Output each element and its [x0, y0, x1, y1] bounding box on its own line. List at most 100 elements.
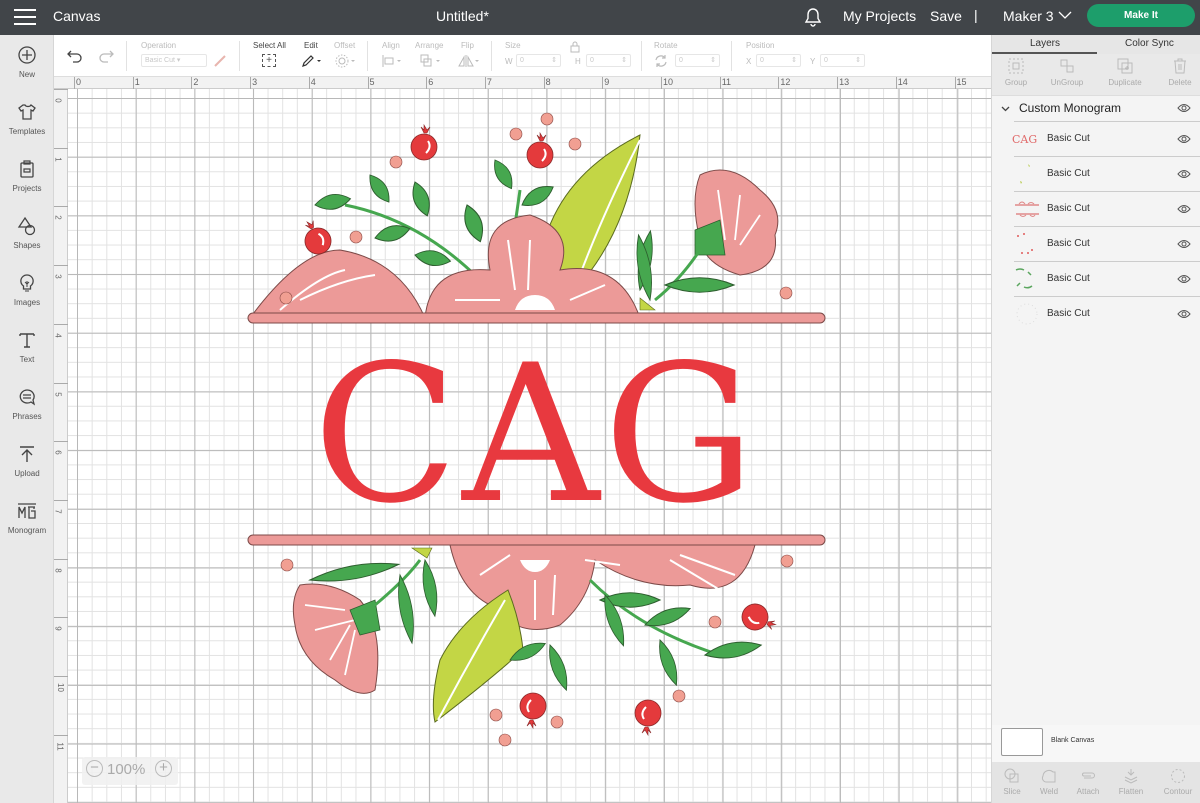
layer-thumbnail: CAG: [1012, 133, 1038, 146]
make-it-button[interactable]: Make It: [1087, 4, 1195, 27]
sidebar-item-upload[interactable]: Upload: [0, 444, 54, 478]
sidebar-item-images[interactable]: Images: [0, 273, 54, 307]
tab-layers[interactable]: Layers: [1030, 38, 1060, 49]
group-icon: [1008, 58, 1024, 74]
height-input[interactable]: 0 ⇕: [586, 54, 631, 67]
chevron-down-icon[interactable]: [1058, 10, 1072, 20]
x-position-input[interactable]: 0 ⇕: [756, 54, 801, 67]
group-name: Custom Monogram: [1019, 101, 1122, 115]
save-button[interactable]: Save: [930, 8, 962, 24]
sidebar-item-monogram[interactable]: Monogram: [0, 501, 54, 535]
leaf: [313, 191, 353, 213]
leaf: [653, 637, 683, 688]
sidebar-item-projects[interactable]: Projects: [0, 159, 54, 193]
group-button[interactable]: Group: [991, 58, 1041, 87]
top-floral-group[interactable]: [247, 112, 826, 324]
weld-button[interactable]: Weld: [1029, 768, 1069, 796]
select-all-button[interactable]: +: [262, 54, 276, 67]
berry: [634, 699, 662, 736]
arrange-icon[interactable]: [420, 54, 442, 68]
eye-icon[interactable]: [1177, 103, 1191, 113]
shapes-icon: [17, 216, 36, 236]
flip-icon[interactable]: [457, 54, 481, 68]
offset-label: Offset: [334, 41, 356, 50]
zoom-in-button[interactable]: +: [155, 760, 172, 777]
sidebar-item-shapes[interactable]: Shapes: [0, 216, 54, 250]
group-label: Group: [1004, 78, 1028, 87]
ruler-tick-label: 15: [956, 77, 967, 87]
sidebar-item-new[interactable]: New: [0, 45, 54, 79]
eye-icon[interactable]: [1177, 239, 1191, 249]
ruler-tick: [954, 77, 956, 89]
ruler-tick: [54, 441, 68, 443]
align-label: Align: [382, 41, 400, 50]
layer-row[interactable]: Basic Cut: [1014, 156, 1200, 191]
ruler-tick: [54, 323, 68, 325]
ruler-tick: [54, 734, 68, 736]
width-input[interactable]: 0 ⇕: [516, 54, 561, 67]
sidebar-label: Phrases: [12, 412, 42, 421]
layer-row[interactable]: Basic Cut: [1014, 226, 1200, 261]
lock-icon[interactable]: [570, 41, 580, 53]
monogram-letters[interactable]: CAG: [313, 324, 759, 545]
height-label: H: [575, 57, 581, 66]
sidebar-item-phrases[interactable]: Phrases: [0, 387, 54, 421]
layer-name: Basic Cut: [1047, 273, 1090, 284]
operation-select[interactable]: Basic Cut ▾: [141, 54, 207, 67]
hamburger-menu-icon[interactable]: [14, 9, 36, 26]
flatten-button[interactable]: Flatten: [1111, 768, 1151, 796]
text-icon: [19, 333, 35, 348]
sidebar-item-text[interactable]: Text: [0, 330, 54, 364]
design-canvas[interactable]: CAG: [68, 89, 991, 803]
rotate-icon[interactable]: [654, 54, 668, 68]
ruler-tick-label: 11: [55, 742, 65, 751]
offset-icon[interactable]: [335, 54, 357, 68]
rotate-input[interactable]: 0 ⇕: [675, 54, 720, 67]
undo-icon[interactable]: [67, 49, 83, 63]
vertical-ruler: 0 1 2 3 4 5 6 7 8 9 10 11: [54, 89, 68, 803]
slice-button[interactable]: Slice: [992, 768, 1032, 796]
ungroup-icon: [1060, 59, 1074, 73]
y-position-input[interactable]: 0 ⇕: [820, 54, 865, 67]
pen-color-icon[interactable]: [213, 54, 227, 68]
eye-icon[interactable]: [1177, 134, 1191, 144]
eye-icon[interactable]: [1177, 204, 1191, 214]
redo-icon[interactable]: [98, 49, 114, 63]
divider: |: [974, 7, 978, 23]
zoom-out-button[interactable]: −: [86, 760, 103, 777]
layer-thumbnail: [1014, 301, 1040, 327]
monogram-design[interactable]: CAG: [68, 89, 991, 803]
bottom-floral-group[interactable]: [247, 534, 826, 747]
sidebar-item-templates[interactable]: Templates: [0, 102, 54, 136]
contour-button[interactable]: Contour: [1158, 768, 1198, 796]
panel-tabs: Layers Color Sync: [992, 35, 1200, 54]
layer-row[interactable]: Basic Cut: [1014, 191, 1200, 226]
ruler-tick-label: 14: [897, 77, 908, 87]
berry: [519, 692, 547, 729]
tab-color-sync[interactable]: Color Sync: [1125, 38, 1174, 49]
document-title[interactable]: Untitled*: [436, 8, 489, 24]
layer-row[interactable]: Basic Cut: [1014, 296, 1200, 331]
layer-group-custom-monogram[interactable]: Custom Monogram: [992, 97, 1200, 121]
align-icon[interactable]: [381, 54, 403, 68]
delete-button[interactable]: Delete: [1155, 58, 1200, 87]
ruler-tick: [74, 77, 75, 89]
leaf: [488, 156, 518, 193]
bell-icon[interactable]: [804, 7, 822, 27]
eye-icon[interactable]: [1177, 169, 1191, 179]
pencil-edit-icon[interactable]: [301, 54, 323, 68]
canvas-swatch[interactable]: [1001, 728, 1043, 756]
flatten-label: Flatten: [1118, 787, 1144, 796]
ungroup-button[interactable]: UnGroup: [1042, 58, 1092, 87]
layer-row[interactable]: Basic Cut: [1014, 261, 1200, 296]
plus-circle-icon: [18, 46, 36, 64]
duplicate-button[interactable]: Duplicate: [1100, 58, 1150, 87]
machine-select[interactable]: Maker 3: [1003, 8, 1054, 24]
chevron-down-icon[interactable]: [1001, 106, 1010, 112]
attach-button[interactable]: Attach: [1068, 768, 1108, 796]
eye-icon[interactable]: [1177, 274, 1191, 284]
eye-icon[interactable]: [1177, 309, 1191, 319]
my-projects-link[interactable]: My Projects: [843, 8, 916, 24]
layer-row[interactable]: CAG Basic Cut: [1012, 121, 1200, 156]
blank-canvas-row[interactable]: Blank Canvas: [992, 725, 1200, 762]
